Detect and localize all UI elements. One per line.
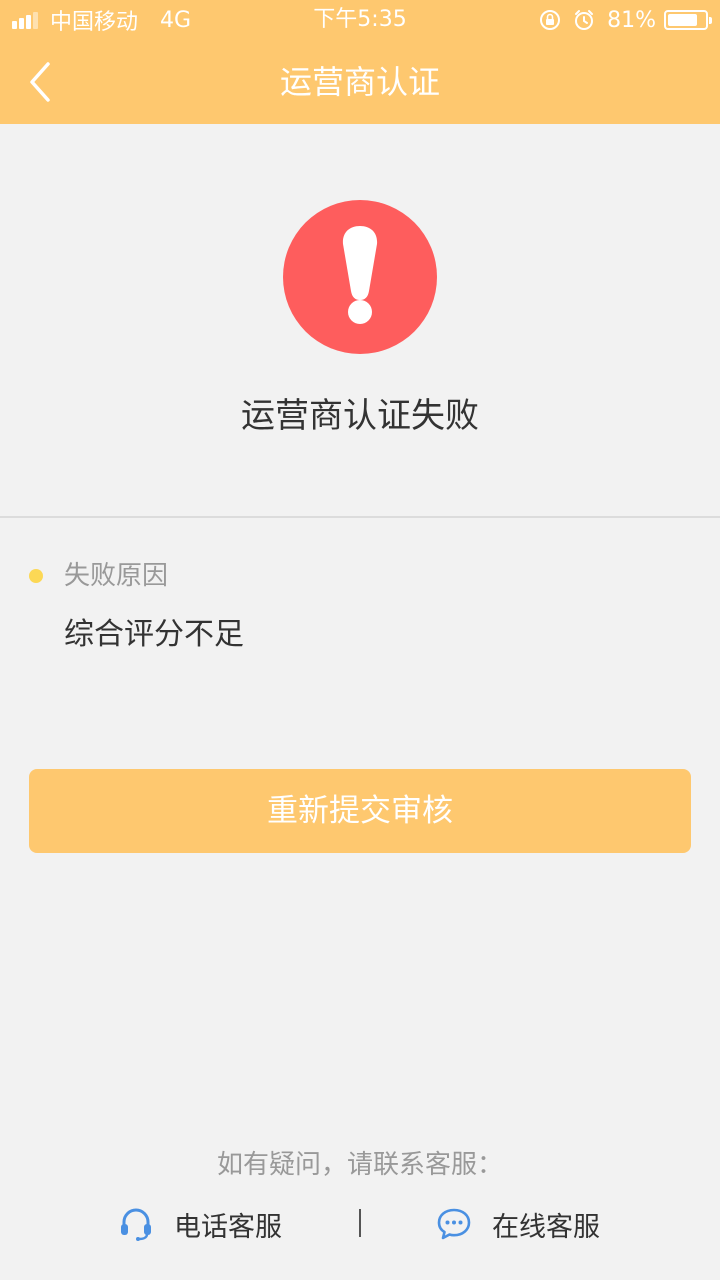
nav-bar: 运营商认证 <box>0 40 720 124</box>
battery-percent: 81% <box>607 7 656 33</box>
orientation-lock-icon <box>540 10 561 30</box>
failure-reason-label: 失败原因 <box>64 561 169 591</box>
contact-row: 电话客服 在线客服 <box>0 1196 720 1252</box>
alarm-icon <box>575 10 594 30</box>
header-bar: 中国移动 4G 下午5:35 81% 运营商认证 <box>0 0 720 124</box>
resubmit-button[interactable]: 重新提交审核 <box>29 769 691 853</box>
help-text: 如有疑问，请联系客服： <box>216 1150 503 1180</box>
headset-icon <box>121 1208 151 1241</box>
chat-bubble-icon <box>437 1208 471 1240</box>
status-bar: 中国移动 4G 下午5:35 81% <box>0 0 720 40</box>
page-title: 运营商认证 <box>279 63 440 101</box>
chevron-left-icon <box>30 62 50 102</box>
result-panel: 运营商认证失败 <box>0 124 720 516</box>
status-right: 81% <box>539 6 712 34</box>
battery-icon <box>664 10 712 30</box>
phone-support-label: 电话客服 <box>174 1211 282 1243</box>
section-divider <box>0 516 720 518</box>
online-support-label: 在线客服 <box>492 1211 600 1243</box>
result-title: 运营商认证失败 <box>241 396 479 436</box>
back-button[interactable] <box>18 54 66 110</box>
online-support-link[interactable]: 在线客服 <box>436 1196 600 1252</box>
exclamation-circle-icon <box>283 200 437 354</box>
contact-separator <box>359 1209 361 1237</box>
battery-level-fill <box>668 14 697 26</box>
failure-reason-text: 综合评分不足 <box>64 617 244 652</box>
bullet-dot <box>29 569 43 583</box>
phone-support-link[interactable]: 电话客服 <box>118 1196 282 1252</box>
